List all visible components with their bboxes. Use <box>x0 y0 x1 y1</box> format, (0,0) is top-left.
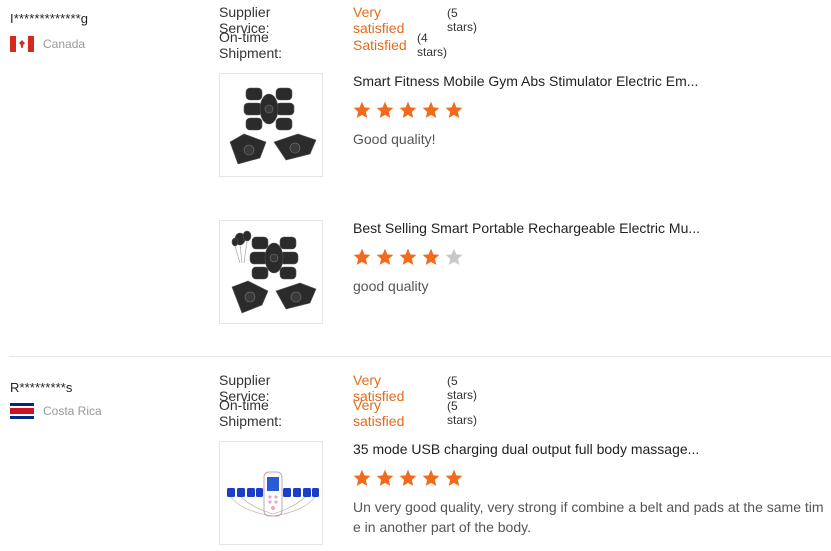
star-filled-icon <box>352 247 373 267</box>
buyer-name: R*********s <box>10 380 73 395</box>
product-star-rating <box>352 247 467 267</box>
buyer-country: Costa Rica <box>10 403 102 419</box>
product-review: Best Selling Smart Portable Rechargeable… <box>219 220 831 326</box>
canada-flag-icon <box>10 36 34 52</box>
rating-value: Very satisfied <box>353 396 405 429</box>
star-filled-icon <box>398 100 419 120</box>
abs-stimulator-balloons-image <box>231 230 317 314</box>
rating-stars-count: (4 stars) <box>417 30 447 59</box>
star-filled-icon <box>375 468 396 488</box>
rating-stars-count: (5 stars) <box>447 5 477 34</box>
star-filled-icon <box>352 468 373 488</box>
review-card: I*************g Canada Supplier Service:… <box>0 0 831 356</box>
star-filled-icon <box>421 247 442 267</box>
costa-rica-flag-icon <box>10 403 34 419</box>
star-filled-icon <box>352 100 373 120</box>
tens-massager-image <box>227 471 319 517</box>
product-thumbnail[interactable] <box>219 73 323 177</box>
star-empty-icon <box>444 247 465 267</box>
buyer-country: Canada <box>10 36 85 52</box>
product-title[interactable]: 35 mode USB charging dual output full bo… <box>353 441 699 457</box>
star-filled-icon <box>398 468 419 488</box>
star-filled-icon <box>421 468 442 488</box>
star-filled-icon <box>375 247 396 267</box>
star-filled-icon <box>421 100 442 120</box>
star-filled-icon <box>398 247 419 267</box>
rating-stars-count: (5 stars) <box>447 373 477 402</box>
product-star-rating <box>352 100 467 120</box>
rating-value: Very satisfied <box>353 3 405 36</box>
rating-value: Satisfied <box>353 36 407 53</box>
rating-label: On-time Shipment: <box>219 28 283 61</box>
review-comment: Un very good quality, very strong if com… <box>353 499 824 535</box>
product-title[interactable]: Smart Fitness Mobile Gym Abs Stimulator … <box>353 73 698 89</box>
review-card: R*********s Costa Rica Supplier Service:… <box>0 357 831 551</box>
product-thumbnail[interactable] <box>219 441 323 545</box>
product-thumbnail[interactable] <box>219 220 323 324</box>
review-comment: Good quality! <box>353 131 436 147</box>
star-filled-icon <box>375 100 396 120</box>
abs-stimulator-image <box>229 87 317 165</box>
product-star-rating <box>352 468 467 488</box>
rating-label: On-time Shipment: <box>219 396 283 429</box>
star-filled-icon <box>444 100 465 120</box>
country-name: Costa Rica <box>43 404 102 418</box>
country-name: Canada <box>43 37 86 51</box>
product-review: 35 mode USB charging dual output full bo… <box>219 441 831 547</box>
product-title[interactable]: Best Selling Smart Portable Rechargeable… <box>353 220 700 236</box>
product-review: Smart Fitness Mobile Gym Abs Stimulator … <box>219 73 831 179</box>
star-filled-icon <box>444 468 465 488</box>
buyer-name: I*************g <box>10 11 89 26</box>
review-comment: good quality <box>353 278 429 294</box>
rating-stars-count: (5 stars) <box>447 398 477 427</box>
